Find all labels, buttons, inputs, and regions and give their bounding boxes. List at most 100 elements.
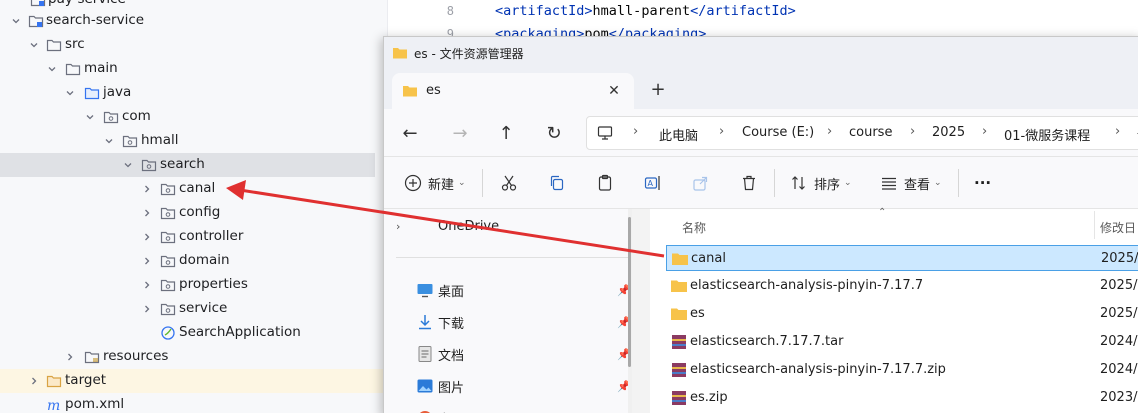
up-button[interactable]: ↑ (494, 121, 518, 145)
file-row[interactable]: elasticsearch-analysis-pinyin-7.17.7 202… (666, 273, 1138, 299)
cut-button[interactable] (500, 171, 518, 195)
nav-item-pictures[interactable]: 图片 📌 (384, 371, 632, 401)
nav-label: 音乐 (438, 409, 464, 413)
chevron-down-icon[interactable] (28, 39, 40, 51)
new-button[interactable]: 新建 ⌄ (404, 171, 466, 195)
tree-item-resources[interactable]: resources (0, 345, 387, 369)
tree-item-hmall[interactable]: hmall (0, 129, 387, 153)
file-date: 2023/1 (1100, 390, 1138, 405)
file-name: es.zip (690, 390, 728, 405)
view-button[interactable]: 查看 ⌄ (880, 171, 942, 195)
resources-folder-icon (84, 349, 100, 365)
breadcrumb-item[interactable]: 此电脑 (659, 125, 698, 144)
chevron-down-icon[interactable] (122, 159, 134, 171)
tree-item-main[interactable]: main (0, 57, 387, 81)
share-icon (693, 176, 708, 191)
close-tab-icon[interactable]: ✕ (604, 81, 624, 101)
title-bar[interactable]: es - 文件资源管理器 (384, 37, 1138, 69)
code-line[interactable]: <artifactId>hmall-parent</artifactId> (495, 3, 796, 19)
back-button[interactable]: ← (398, 121, 422, 145)
delete-button[interactable] (740, 171, 758, 195)
breadcrumb-item[interactable]: course (849, 125, 892, 140)
scrollbar-thumb[interactable] (628, 217, 631, 367)
tree-item-target[interactable]: target (0, 369, 387, 393)
tree-item-search-service[interactable]: search-service (0, 9, 387, 33)
folder-icon (392, 45, 408, 61)
nav-label: 桌面 (438, 284, 465, 300)
tree-label: service (179, 300, 228, 316)
file-row[interactable]: elasticsearch.7.17.7.tar 2024/8 (666, 329, 1138, 355)
nav-item-onedrive[interactable]: › OneDrive (384, 211, 632, 241)
chevron-right-icon[interactable] (141, 207, 153, 219)
copy-icon (550, 175, 564, 191)
file-row[interactable]: es 2025/1 (666, 301, 1138, 327)
forward-button[interactable]: → (448, 121, 472, 145)
rename-icon: A (644, 176, 660, 190)
tree-label: canal (179, 180, 216, 196)
file-row[interactable]: es.zip 2023/1 (666, 385, 1138, 411)
tree-item-canal[interactable]: canal (0, 177, 387, 201)
new-tab-button[interactable]: + (646, 77, 670, 101)
nav-item-desktop[interactable]: 桌面 📌 (384, 275, 632, 305)
chevron-down-icon[interactable] (64, 87, 76, 99)
tab-bar: es ✕ + (384, 69, 1138, 109)
chevron-down-icon[interactable] (10, 15, 22, 27)
xml-text: hmall-parent (592, 3, 691, 19)
paste-button[interactable] (596, 171, 614, 195)
tree-item-service[interactable]: service (0, 297, 387, 321)
tree-item-domain[interactable]: domain (0, 249, 387, 273)
chevron-down-icon[interactable] (103, 135, 115, 147)
column-header-modified[interactable]: 修改日 (1100, 219, 1136, 236)
tree-item-search[interactable]: search (0, 153, 375, 177)
tree-label: src (65, 36, 85, 52)
tree-label: com (122, 108, 151, 124)
sort-button[interactable]: 排序 ⌄ (790, 171, 852, 195)
tree-item-controller[interactable]: controller (0, 225, 387, 249)
nav-label: 图片 (438, 380, 465, 396)
package-icon (160, 277, 176, 293)
tree-item-properties[interactable]: properties (0, 273, 387, 297)
nav-item-documents[interactable]: 文档 📌 (384, 339, 632, 369)
tree-item-com[interactable]: com (0, 105, 387, 129)
share-button[interactable] (692, 171, 710, 195)
tree-item-java[interactable]: java (0, 81, 387, 105)
chevron-right-icon[interactable] (64, 351, 76, 363)
address-bar[interactable]: › 此电脑 › Course (E:) › course › 2025 › 01… (586, 116, 1138, 150)
breadcrumb-item[interactable]: 2025 (932, 125, 965, 140)
breadcrumb-item[interactable]: Course (E:) (742, 125, 814, 140)
chevron-right-icon[interactable] (141, 183, 153, 195)
file-date: 2024/8 (1100, 334, 1138, 349)
chevron-right-icon[interactable] (141, 255, 153, 267)
tab-es[interactable]: es ✕ (392, 73, 634, 109)
tree-item-src[interactable]: src (0, 33, 387, 57)
column-header-name[interactable]: 名称 (682, 219, 706, 236)
column-divider[interactable] (1094, 211, 1095, 239)
tree-item-pom-xml[interactable]: m pom.xml (0, 393, 387, 413)
breadcrumb-item[interactable]: 01-微服务课程 (1004, 125, 1090, 144)
chevron-right-icon[interactable] (141, 303, 153, 315)
chevron-right-icon[interactable]: › (396, 220, 400, 233)
rename-button[interactable]: A (644, 171, 662, 195)
chevron-right-icon[interactable] (141, 279, 153, 291)
more-options-icon[interactable]: ··· (974, 171, 991, 195)
chevron-right-icon[interactable] (141, 231, 153, 243)
file-explorer-window[interactable]: es - 文件资源管理器 es ✕ + ← → ↑ ↻ › 此电脑 › Cour… (383, 36, 1138, 413)
refresh-button[interactable]: ↻ (542, 121, 566, 145)
folder-icon (670, 277, 688, 295)
copy-button[interactable] (548, 171, 566, 195)
chevron-right-icon[interactable] (28, 375, 40, 387)
chevron-down-icon[interactable] (84, 111, 96, 123)
chevron-down-icon[interactable] (46, 63, 58, 75)
tree-label: resources (103, 348, 169, 364)
nav-item-music[interactable]: 音乐 (384, 403, 632, 413)
tree-item-search-application[interactable]: SearchApplication (0, 321, 387, 345)
nav-item-downloads[interactable]: 下载 📌 (384, 307, 632, 337)
file-row[interactable]: elasticsearch-analysis-pinyin-7.17.7.zip… (666, 357, 1138, 383)
package-icon (160, 301, 176, 317)
file-row[interactable]: canal 2025/1 (666, 245, 1138, 271)
file-name: canal (691, 251, 726, 266)
svg-text:m: m (47, 398, 60, 413)
svg-text:A: A (648, 179, 654, 188)
tree-item-config[interactable]: config (0, 201, 387, 225)
file-name: elasticsearch-analysis-pinyin-7.17.7 (690, 278, 924, 293)
